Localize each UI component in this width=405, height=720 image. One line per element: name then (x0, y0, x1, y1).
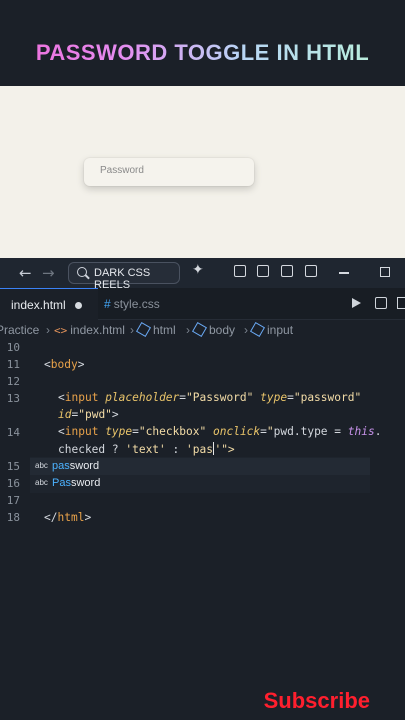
line-number: 12 (6, 375, 20, 388)
unsaved-dot-icon[interactable] (75, 302, 82, 309)
tab-index-html[interactable]: index.html (0, 288, 98, 320)
code-line-13-wrap: id="pwd"> (58, 408, 119, 421)
line-number: 17 (6, 494, 20, 507)
code-editor[interactable]: 10 11 12 13 14 15 16 17 18 <body> <input… (0, 340, 405, 720)
code-line-18: </html> (44, 511, 92, 524)
suggest-label: Password (52, 477, 101, 489)
code-line-11: <body> (44, 358, 85, 371)
preview-pane: Password (0, 86, 405, 258)
toggle-panel-icon[interactable] (281, 265, 293, 277)
line-number: 13 (6, 392, 20, 405)
text-kind-icon: abc (35, 478, 48, 487)
banner-title: PASSWORD TOGGLE IN HTML (0, 40, 405, 66)
html-file-icon: <> (54, 324, 68, 337)
line-number: 15 (6, 460, 20, 473)
line-number: 11 (6, 358, 20, 371)
minimize-icon[interactable] (339, 272, 349, 274)
arrow-right-icon[interactable]: → (42, 264, 55, 282)
line-number: 10 (6, 341, 20, 354)
password-input[interactable]: Password (84, 158, 254, 186)
element-icon (249, 321, 266, 338)
line-number: 18 (6, 511, 20, 524)
css-file-icon: # (104, 297, 111, 311)
suggest-item[interactable]: abc Password (30, 475, 370, 492)
run-icon[interactable] (352, 298, 361, 308)
autocomplete-suggest: abc password abc Password (30, 457, 370, 493)
split-editor-icon[interactable] (375, 297, 387, 309)
tab-style-css[interactable]: # style.css (104, 297, 160, 311)
element-icon (191, 321, 208, 338)
line-number: 14 (6, 426, 20, 439)
copilot-icon[interactable]: ✦ (192, 262, 204, 278)
toggle-sidebar-icon[interactable] (257, 265, 269, 277)
breadcrumb-item-html[interactable]: › html (126, 321, 176, 338)
breadcrumb-item-practice[interactable]: Practice (0, 323, 39, 337)
text-kind-icon: abc (35, 461, 48, 470)
toggle-secondary-sidebar-icon[interactable] (305, 265, 317, 277)
line-number: 16 (6, 477, 20, 490)
layout-icon[interactable] (234, 265, 246, 277)
tab-label: style.css (113, 297, 160, 311)
search-icon (77, 267, 87, 277)
command-center-search[interactable]: DARK CSS REELS (68, 262, 180, 291)
suggest-item[interactable]: abc password (30, 458, 370, 475)
code-line-13: <input placeholder="Password" type="pass… (58, 391, 362, 404)
breadcrumb: Practice › <> index.html › html › body › inpu… (0, 320, 405, 340)
arrow-left-icon[interactable]: ← (19, 264, 32, 282)
breadcrumb-item-input[interactable]: › input (240, 321, 293, 338)
code-line-14-wrap: checked ? 'text' : 'pas '"> (58, 442, 235, 456)
code-line-14: <input type="checkbox" onclick="pwd.type… (58, 425, 382, 438)
suggest-label: password (52, 460, 100, 472)
more-actions-icon[interactable] (397, 297, 405, 309)
subscribe-overlay[interactable]: Subscribe (0, 688, 405, 714)
password-placeholder: Password (100, 165, 144, 176)
tab-label: index.html (11, 298, 66, 312)
breadcrumb-item-index-html[interactable]: › <> index.html (42, 323, 125, 337)
element-icon (135, 321, 152, 338)
breadcrumb-item-body[interactable]: › body (182, 321, 235, 338)
video-banner: PASSWORD TOGGLE IN HTML (0, 0, 405, 86)
maximize-icon[interactable] (380, 267, 390, 277)
